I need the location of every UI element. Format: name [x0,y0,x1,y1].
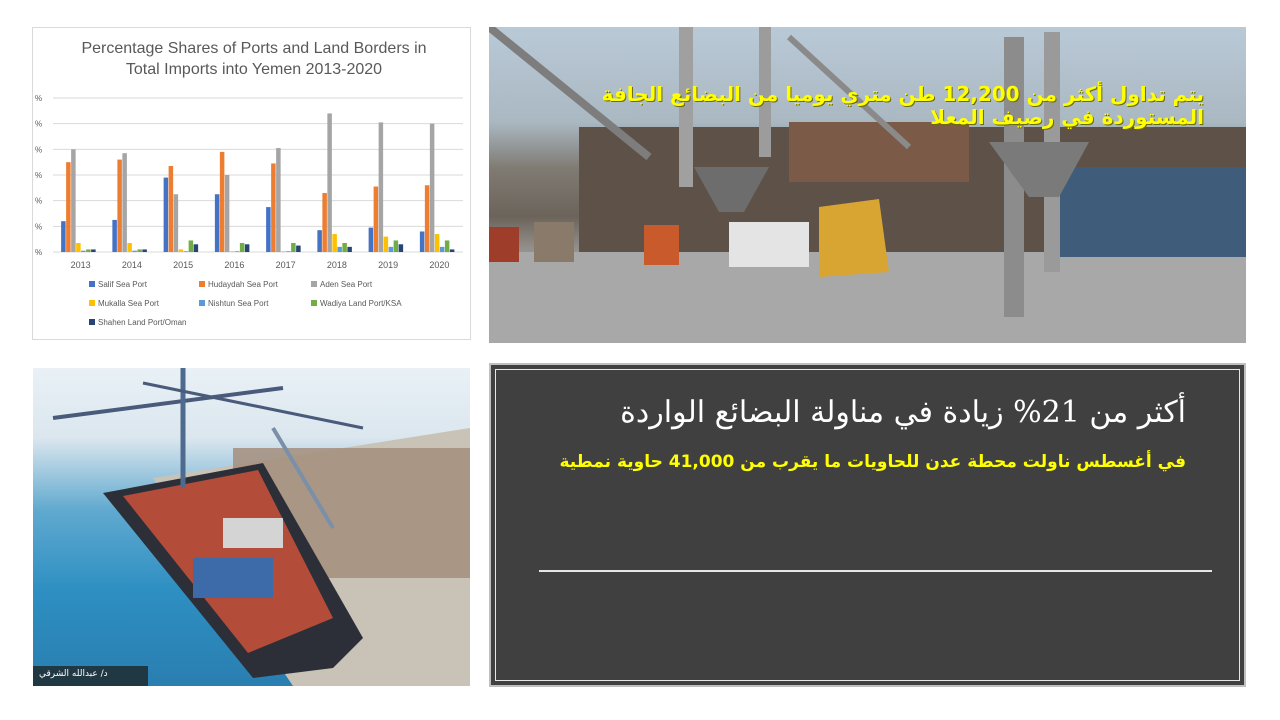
bar [332,234,337,252]
chart-svg: Percentage Shares of Ports and Land Bord… [35,40,463,327]
x-tick-label: 2015 [173,260,193,270]
bar [117,159,122,252]
bar [183,251,189,252]
bar [224,175,230,252]
bar [419,231,425,252]
bar [178,249,184,252]
bar [296,245,301,252]
x-tick-label: 2019 [378,260,398,270]
bar [368,227,374,252]
x-tick-label: 2017 [276,260,296,270]
y-tick-label: % [35,171,42,180]
legend-swatch [199,281,205,287]
legend-label: Mukalla Sea Port [98,299,160,308]
legend-swatch [311,300,317,306]
port-photo-quay: يتم تداول أكثر من 12,200 طن متري يوميا م… [489,27,1246,343]
bar [322,192,327,252]
x-tick-label: 2016 [224,260,244,270]
bar [112,219,117,252]
bar [214,194,220,252]
bar [449,249,455,252]
legend-swatch [311,281,317,287]
bar [127,243,132,252]
stat-panel: أكثر من 21% زيادة في مناولة البضائع الوا… [489,363,1246,687]
bar [271,163,276,252]
legend-swatch [199,300,205,306]
y-tick-label: % [35,94,42,103]
stat-headline: أكثر من 21% زيادة في مناولة البضائع الوا… [620,395,1186,430]
legend-label: Salif Sea Port [98,280,148,289]
bar [398,244,404,252]
bar [444,240,450,252]
quay-caption: يتم تداول أكثر من 12,200 طن متري يوميا م… [601,82,1204,129]
bar [234,251,240,252]
bar [86,249,91,252]
legend-label: Hudaydah Sea Port [208,280,279,289]
bar [327,113,332,253]
divider-line [539,570,1212,572]
bar [91,249,96,252]
bar [122,153,127,252]
legend-label: Shahen Land Port/Oman [98,318,187,327]
chart-title-line: Percentage Shares of Ports and Land Bord… [81,40,426,57]
bar [291,243,296,252]
bar [383,236,389,252]
bar [393,240,399,252]
y-tick-label: % [35,120,42,129]
x-tick-label: 2013 [71,260,91,270]
x-tick-label: 2020 [429,260,449,270]
bar [317,230,322,252]
bar [229,251,235,252]
bar [81,250,86,252]
bar [188,240,194,252]
y-tick-label: % [35,248,42,257]
bar [281,251,286,252]
bar [276,148,281,252]
bar [378,122,384,252]
legend-swatch [89,300,95,306]
bar [424,185,430,252]
chart-title-line: Total Imports into Yemen 2013-2020 [126,61,382,78]
chart-panel: Percentage Shares of Ports and Land Bord… [32,27,471,340]
stat-subline: في أغسطس ناولت محطة عدن للحاويات ما يقرب… [559,452,1186,472]
x-tick-label: 2018 [327,260,347,270]
bar [168,166,174,252]
bar [342,243,347,252]
terminal-photo-illustration [33,368,470,686]
bar [137,249,142,252]
legend-label: Aden Sea Port [320,280,373,289]
bar [66,162,71,252]
bar [434,234,440,252]
bar [439,246,445,252]
bar [388,246,394,252]
bar [373,186,379,252]
legend-swatch [89,319,95,325]
bar [163,177,169,252]
bar [347,246,352,252]
bar [142,249,147,252]
bar [132,250,137,252]
bar [429,123,435,253]
bar [71,149,76,252]
legend-label: Wadiya Land Port/KSA [320,299,402,308]
y-tick-label: % [35,145,42,154]
bar [244,244,250,252]
bar [286,251,291,252]
legend-swatch [89,281,95,287]
photo-watermark: د/ عبدالله الشرقي [39,669,108,679]
bar [61,221,66,252]
x-tick-label: 2014 [122,260,142,270]
bar [239,243,245,252]
bar [266,207,271,252]
legend-label: Nishtun Sea Port [208,299,269,308]
y-tick-label: % [35,197,42,206]
bar [76,243,81,252]
bar [337,246,342,252]
port-photo-container-terminal: د/ عبدالله الشرقي [33,368,470,686]
bar [219,151,225,252]
y-tick-label: % [35,222,42,231]
quay-photo-illustration [489,27,1246,343]
bar [193,244,199,252]
bar [173,194,179,252]
